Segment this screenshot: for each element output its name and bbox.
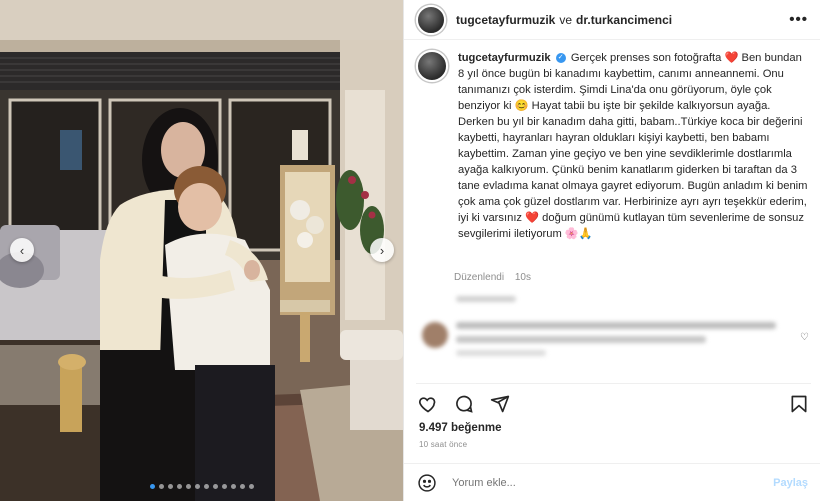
- comment-button[interactable]: [452, 392, 476, 416]
- share-button[interactable]: [488, 392, 512, 416]
- verified-badge-icon: ✓: [555, 53, 566, 64]
- share-icon: [490, 395, 510, 413]
- carousel-dot: [149, 484, 155, 489]
- collab-separator: ve: [559, 12, 573, 27]
- carousel-dot: [194, 484, 200, 489]
- caption-meta: Düzenlendi 10s: [454, 272, 539, 283]
- chevron-left-icon: ‹: [19, 242, 25, 258]
- edited-label: Düzenlendi: [454, 272, 505, 283]
- carousel-dot: [239, 484, 245, 489]
- instagram-post: ‹ › tugcetayfurmuzik ve dr.turkancimenci: [0, 0, 820, 501]
- post-sidebar: tugcetayfurmuzik ve dr.turkancimenci •••…: [403, 0, 820, 501]
- comment-input[interactable]: [450, 475, 774, 490]
- carousel-dot: [221, 484, 227, 489]
- avatar: [422, 322, 448, 348]
- like-button[interactable]: [416, 392, 440, 416]
- post-caption: tugcetayfurmuzik ✓ Gerçek prenses son fo…: [416, 50, 811, 242]
- likes-count[interactable]: 9.497 beğenme: [419, 422, 501, 434]
- action-bar: [416, 383, 811, 418]
- blurred-text: [456, 322, 776, 329]
- edited-time: 10s: [514, 272, 531, 283]
- post-header: tugcetayfurmuzik ve dr.turkancimenci •••: [404, 0, 820, 40]
- caption-text: Gerçek prenses son fotoğrafta ❤️ Ben bun…: [458, 52, 808, 240]
- carousel-dot: [167, 484, 173, 489]
- avatar[interactable]: [416, 4, 446, 35]
- carousel-dot: [203, 484, 209, 489]
- post-photo[interactable]: ‹ ›: [0, 0, 403, 501]
- collaborator-username[interactable]: dr.turkancimenci: [576, 13, 672, 27]
- bookmark-icon: [791, 395, 807, 413]
- carousel-dot: [185, 484, 191, 489]
- comment-bar: Paylaş: [404, 463, 820, 501]
- carousel-dot: [230, 484, 236, 489]
- caption-body: tugcetayfurmuzik ✓ Gerçek prenses son fo…: [458, 50, 808, 242]
- carousel-dot: [158, 484, 164, 489]
- likes-number: 9.497: [419, 422, 448, 434]
- save-button[interactable]: [787, 392, 811, 416]
- likes-label: beğenme: [450, 422, 502, 434]
- post-timestamp[interactable]: 10 saat önce: [419, 440, 467, 449]
- blurred-text: [456, 336, 706, 343]
- carousel-dot: [176, 484, 182, 489]
- comment-like-icon[interactable]: ♡: [800, 332, 809, 343]
- carousel-indicator: [0, 484, 403, 489]
- comment-icon: [456, 395, 473, 413]
- smiley-icon: [418, 473, 436, 492]
- caption-username[interactable]: tugcetayfurmuzik: [458, 52, 551, 64]
- photo-scene: [0, 0, 403, 501]
- emoji-button[interactable]: [416, 472, 438, 494]
- blurred-comment: [416, 292, 811, 370]
- carousel-dot: [248, 484, 254, 489]
- avatar[interactable]: [416, 50, 448, 82]
- post-comment-button[interactable]: Paylaş: [773, 477, 808, 489]
- carousel-dot: [212, 484, 218, 489]
- author-username[interactable]: tugcetayfurmuzik: [456, 13, 555, 27]
- carousel-next-button[interactable]: ›: [370, 238, 394, 262]
- chevron-right-icon: ›: [379, 242, 385, 258]
- carousel-prev-button[interactable]: ‹: [10, 238, 34, 262]
- blurred-text: [456, 296, 516, 302]
- more-options-icon[interactable]: •••: [789, 11, 808, 28]
- heart-icon: [419, 397, 436, 413]
- blurred-text: [456, 350, 546, 356]
